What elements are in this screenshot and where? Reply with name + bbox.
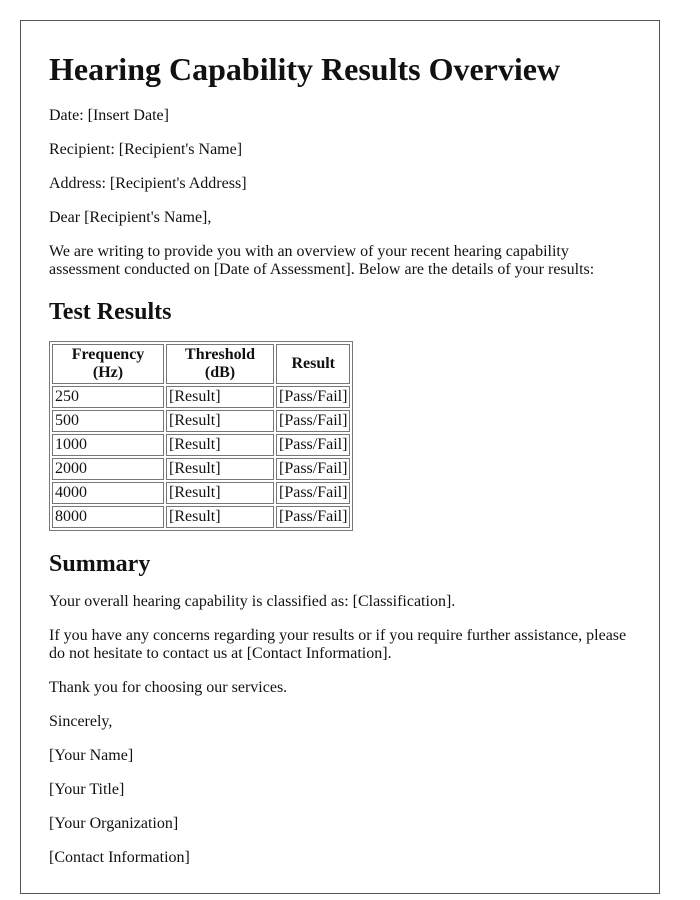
summary-heading: Summary [49, 551, 151, 577]
thanks-paragraph: Thank you for choosing our services. [49, 679, 288, 696]
table-header-row: Frequency (Hz) Threshold (dB) Result [52, 344, 351, 384]
result-cell: [Pass/Fail] [276, 506, 351, 528]
threshold-cell: [Result] [166, 386, 274, 408]
concerns-paragraph: If you have any concerns regarding your … [49, 627, 627, 662]
sender-contact: [Contact Information] [49, 849, 190, 866]
result-cell: [Pass/Fail] [276, 410, 351, 432]
frequency-cell: 250 [52, 386, 164, 408]
results-table: Frequency (Hz) Threshold (dB) Result 250… [49, 341, 354, 531]
sender-organization: [Your Organization] [49, 815, 179, 832]
frequency-cell: 2000 [52, 458, 164, 480]
table-row: 1000 [Result] [Pass/Fail] [52, 434, 351, 456]
table-row: 2000 [Result] [Pass/Fail] [52, 458, 351, 480]
threshold-cell: [Result] [166, 482, 274, 504]
address-line: Address: [Recipient's Address] [49, 175, 247, 192]
result-cell: [Pass/Fail] [276, 434, 351, 456]
letter-container: Hearing Capability Results Overview Date… [20, 20, 660, 894]
result-cell: [Pass/Fail] [276, 386, 351, 408]
signoff: Sincerely, [49, 713, 113, 730]
threshold-cell: [Result] [166, 410, 274, 432]
table-row: 4000 [Result] [Pass/Fail] [52, 482, 351, 504]
threshold-cell: [Result] [166, 506, 274, 528]
result-cell: [Pass/Fail] [276, 458, 351, 480]
recipient-line: Recipient: [Recipient's Name] [49, 141, 243, 158]
table-row: 500 [Result] [Pass/Fail] [52, 410, 351, 432]
test-results-heading: Test Results [49, 299, 172, 325]
frequency-cell: 500 [52, 410, 164, 432]
column-header-frequency: Frequency (Hz) [52, 344, 164, 384]
sender-name: [Your Name] [49, 747, 134, 764]
page-title: Hearing Capability Results Overview [49, 51, 561, 87]
frequency-cell: 4000 [52, 482, 164, 504]
classification-paragraph: Your overall hearing capability is class… [49, 593, 456, 610]
threshold-cell: [Result] [166, 434, 274, 456]
table-row: 8000 [Result] [Pass/Fail] [52, 506, 351, 528]
intro-paragraph: We are writing to provide you with an ov… [49, 243, 595, 278]
result-cell: [Pass/Fail] [276, 482, 351, 504]
frequency-cell: 8000 [52, 506, 164, 528]
frequency-cell: 1000 [52, 434, 164, 456]
date-line: Date: [Insert Date] [49, 107, 169, 124]
threshold-cell: [Result] [166, 458, 274, 480]
table-row: 250 [Result] [Pass/Fail] [52, 386, 351, 408]
column-header-threshold: Threshold (dB) [166, 344, 274, 384]
column-header-result: Result [276, 344, 351, 384]
salutation: Dear [Recipient's Name], [49, 209, 212, 226]
sender-title: [Your Title] [49, 781, 125, 798]
